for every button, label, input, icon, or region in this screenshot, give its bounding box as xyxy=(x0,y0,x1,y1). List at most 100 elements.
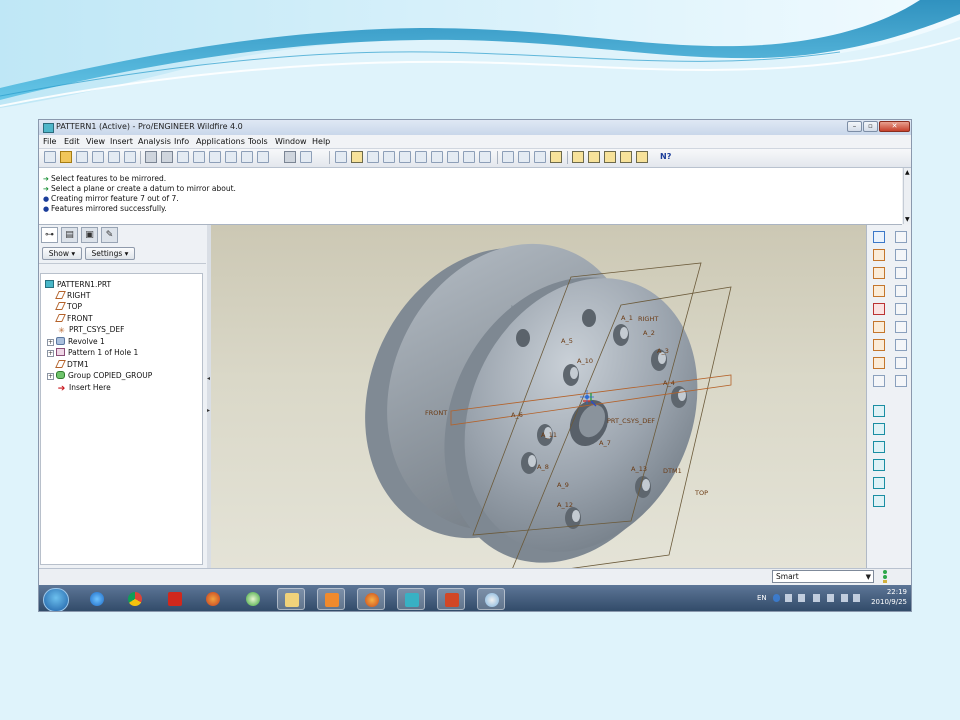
merge-icon[interactable] xyxy=(895,267,907,279)
menu-file[interactable]: File xyxy=(43,137,56,146)
spin-center-icon[interactable] xyxy=(351,151,363,163)
tree-item-dtm1[interactable]: DTM1 xyxy=(55,360,89,370)
datum-planes-toggle-icon[interactable] xyxy=(572,151,584,163)
layer-tab[interactable]: ▤ xyxy=(61,227,78,243)
thicken-icon[interactable] xyxy=(895,375,907,387)
tree-item-group-copied[interactable]: + Group COPIED_GROUP xyxy=(47,371,152,381)
rib-tool-icon[interactable] xyxy=(873,441,885,453)
expand-icon[interactable]: + xyxy=(47,373,54,380)
show-hidden-icons-icon[interactable] xyxy=(798,594,805,602)
place-icon[interactable] xyxy=(873,375,885,387)
new-icon[interactable] xyxy=(44,151,56,163)
datum-curve-tool-icon[interactable] xyxy=(873,285,885,297)
tree-item-pattern-hole1[interactable]: + Pattern 1 of Hole 1 xyxy=(47,348,138,358)
media-player-icon[interactable] xyxy=(317,588,345,610)
tree-item-insert-here[interactable]: ➔ Insert Here xyxy=(57,383,111,394)
undo-icon[interactable] xyxy=(145,151,157,163)
redo-icon[interactable] xyxy=(161,151,173,163)
scroll-up-icon[interactable]: ▲ xyxy=(905,169,910,176)
menu-analysis[interactable]: Analysis xyxy=(138,137,171,146)
datum-axis-tool-icon[interactable] xyxy=(873,267,885,279)
email-link-icon[interactable] xyxy=(124,151,136,163)
expand-icon[interactable]: + xyxy=(47,339,54,346)
datum-axes-toggle-icon[interactable] xyxy=(588,151,600,163)
tree-item-pattern1-prt[interactable]: PATTERN1.PRT xyxy=(45,280,111,290)
datum-points-toggle-icon[interactable] xyxy=(604,151,616,163)
favorites-tab[interactable]: ✎ xyxy=(101,227,118,243)
datum-sketch-icon[interactable] xyxy=(873,231,885,243)
orient-mode-icon[interactable] xyxy=(367,151,379,163)
proe-icon[interactable] xyxy=(397,588,425,610)
powerpoint-icon[interactable] xyxy=(437,588,465,610)
minimize-button[interactable]: – xyxy=(847,121,862,132)
draft-tool-icon[interactable] xyxy=(873,459,885,471)
hidden-line-icon[interactable] xyxy=(518,151,530,163)
reorient-icon[interactable] xyxy=(431,151,443,163)
model-tree-tab[interactable]: ⊶ xyxy=(41,227,58,243)
scroll-down-icon[interactable]: ▼ xyxy=(905,216,910,223)
tree-item-revolve1[interactable]: + Revolve 1 xyxy=(47,337,105,347)
help-icon[interactable] xyxy=(773,594,780,602)
datum-point-tool-icon[interactable] xyxy=(873,303,885,315)
intersect-icon[interactable] xyxy=(895,321,907,333)
paste-icon[interactable] xyxy=(209,151,221,163)
menu-tools[interactable]: Tools xyxy=(248,137,268,146)
selection-box-icon[interactable] xyxy=(300,151,312,163)
firefox-icon[interactable] xyxy=(357,588,385,610)
round-tool-icon[interactable] xyxy=(873,477,885,489)
no-hidden-icon[interactable] xyxy=(534,151,546,163)
csys-toggle-icon[interactable] xyxy=(620,151,632,163)
media-icon[interactable] xyxy=(239,588,267,610)
graphics-window[interactable]: FRONT RIGHT TOP DTM1 PRT_CSYS_DEF A_1 A_… xyxy=(211,225,866,568)
clock[interactable]: 22:19 2010/9/25 xyxy=(867,587,907,607)
copy-icon[interactable] xyxy=(193,151,205,163)
firefox-old-icon[interactable] xyxy=(199,588,227,610)
email-icon[interactable] xyxy=(108,151,120,163)
wireframe-icon[interactable] xyxy=(502,151,514,163)
menu-info[interactable]: Info xyxy=(174,137,189,146)
trim-icon[interactable] xyxy=(895,285,907,297)
save-icon[interactable] xyxy=(76,151,88,163)
repaint-icon[interactable] xyxy=(335,151,347,163)
open-icon[interactable] xyxy=(60,151,72,163)
annotations-toggle-icon[interactable] xyxy=(636,151,648,163)
ie-icon[interactable] xyxy=(83,588,111,610)
tree-item-prt-csys-def[interactable]: ✳ PRT_CSYS_DEF xyxy=(57,325,124,335)
maximize-button[interactable]: ▫ xyxy=(863,121,878,132)
volume-icon[interactable] xyxy=(841,594,848,602)
chrome-icon[interactable] xyxy=(121,588,149,610)
shading-icon[interactable] xyxy=(550,151,562,163)
csys-tool-icon[interactable] xyxy=(873,321,885,333)
print-icon[interactable] xyxy=(92,151,104,163)
cut-icon[interactable] xyxy=(177,151,189,163)
settings-button[interactable]: Settings ▾ xyxy=(85,247,135,260)
signal-icon[interactable] xyxy=(853,594,860,602)
explorer-folder-icon[interactable] xyxy=(277,588,305,610)
tree-item-right[interactable]: RIGHT xyxy=(55,291,90,301)
language-indicator[interactable]: EN xyxy=(757,594,767,602)
selection-filter-select[interactable]: Smart ▼ xyxy=(772,570,874,583)
regen-manager-icon[interactable] xyxy=(257,151,269,163)
start-button[interactable] xyxy=(43,588,69,611)
menu-view[interactable]: View xyxy=(86,137,105,146)
find-icon[interactable] xyxy=(284,151,296,163)
view-manager-icon[interactable] xyxy=(479,151,491,163)
message-scrollbar[interactable]: ▲ ▼ xyxy=(903,168,911,224)
copy-features-icon[interactable] xyxy=(895,231,907,243)
paint-icon[interactable] xyxy=(477,588,505,610)
sketch-tool-icon[interactable] xyxy=(873,357,885,369)
show-button[interactable]: Show ▾ xyxy=(42,247,82,260)
hole-tool-icon[interactable] xyxy=(873,405,885,417)
chamfer-tool-icon[interactable] xyxy=(873,495,885,507)
menu-help[interactable]: Help xyxy=(312,137,330,146)
regenerate-icon[interactable] xyxy=(241,151,253,163)
menu-applications[interactable]: Applications xyxy=(196,137,245,146)
context-help-icon[interactable]: N? xyxy=(660,151,672,163)
flange-model[interactable]: FRONT RIGHT TOP DTM1 PRT_CSYS_DEF A_1 A_… xyxy=(211,225,866,568)
expand-icon[interactable]: + xyxy=(47,350,54,357)
offset-icon[interactable] xyxy=(895,357,907,369)
extend-icon[interactable] xyxy=(895,339,907,351)
zoom-out-icon[interactable] xyxy=(399,151,411,163)
pattern-tool-icon[interactable] xyxy=(895,303,907,315)
mirror-tool-icon[interactable] xyxy=(895,249,907,261)
